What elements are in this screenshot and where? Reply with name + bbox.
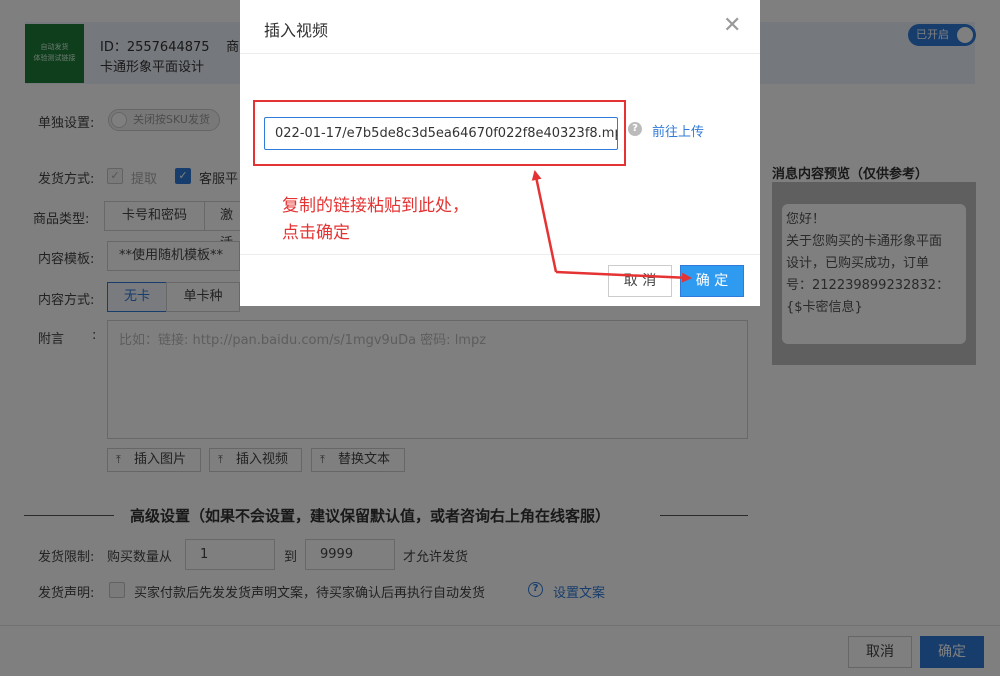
arrow-path xyxy=(555,270,692,283)
arrow-path xyxy=(531,170,558,273)
annotation-arrows xyxy=(531,170,692,283)
